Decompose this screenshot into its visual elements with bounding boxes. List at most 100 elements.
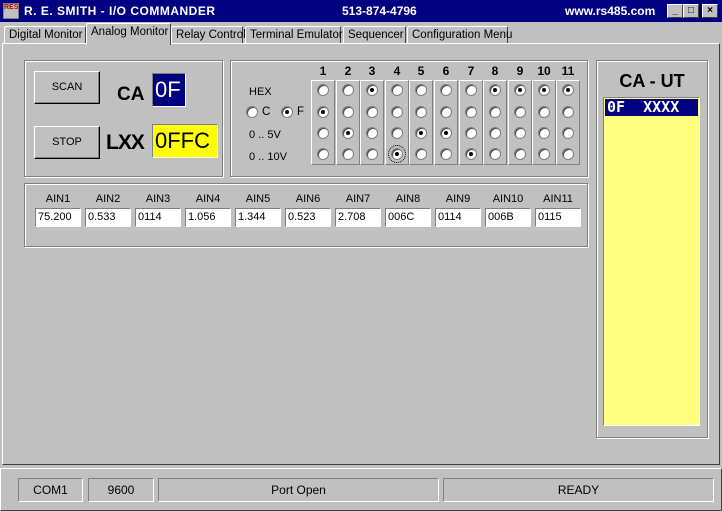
channel-8-hex-radio[interactable]	[489, 84, 501, 96]
status-port-state: Port Open	[158, 478, 439, 502]
ain8-value-field[interactable]: 006C	[385, 208, 431, 227]
fahrenheit-radio[interactable]	[281, 106, 293, 118]
celsius-radio[interactable]	[246, 106, 258, 118]
maximize-button[interactable]: □	[683, 4, 699, 18]
ain9-label: AIN9	[445, 193, 471, 205]
channel-5-v10-radio[interactable]	[415, 148, 427, 160]
channel-8-f-radio[interactable]	[489, 106, 501, 118]
channel-5-f-radio[interactable]	[415, 106, 427, 118]
channel-11-hex-radio[interactable]	[562, 84, 574, 96]
app-icon[interactable]: RES	[3, 3, 19, 19]
channel-9-v10-radio[interactable]	[514, 148, 526, 160]
channel-9-hex-radio[interactable]	[514, 84, 526, 96]
ain2-label: AIN2	[95, 193, 121, 205]
channel-11-v10-radio[interactable]	[562, 148, 574, 160]
ain7-label: AIN7	[345, 193, 371, 205]
channel-10-f-radio[interactable]	[538, 106, 550, 118]
ain6-label: AIN6	[295, 193, 321, 205]
ain7-value-field[interactable]: 2.708	[335, 208, 381, 227]
channel-9-v5-radio[interactable]	[514, 127, 526, 139]
lxx-value-display[interactable]: 0FFC	[152, 124, 218, 158]
scan-button[interactable]: SCAN	[34, 71, 100, 104]
column-number: 4	[393, 64, 401, 78]
channel-9-f-radio[interactable]	[514, 106, 526, 118]
channel-2-v5-radio[interactable]	[342, 127, 354, 139]
tab-configuration-menu[interactable]: Configuration Menu	[407, 26, 512, 44]
channel-7-hex-radio[interactable]	[465, 84, 477, 96]
channel-3-v5-radio[interactable]	[366, 127, 378, 139]
close-button[interactable]: ×	[702, 4, 718, 18]
channel-6-f-radio[interactable]	[440, 106, 452, 118]
lxx-label: LXX	[106, 131, 145, 154]
column-number: 3	[368, 64, 376, 78]
channel-4-f-radio[interactable]	[391, 106, 403, 118]
status-port: COM1	[18, 478, 83, 502]
channel-10-hex-radio[interactable]	[538, 84, 550, 96]
channel-7-v5-radio[interactable]	[465, 127, 477, 139]
channel-6-hex-radio[interactable]	[440, 84, 452, 96]
ain5-value-field[interactable]: 1.344	[235, 208, 281, 227]
channel-1-hex-radio[interactable]	[317, 84, 329, 96]
channel-8-v10-radio[interactable]	[489, 148, 501, 160]
status-state: READY	[443, 478, 714, 502]
ca-value-display[interactable]: 0F	[152, 73, 186, 107]
status-baud: 9600	[88, 478, 154, 502]
ca-ut-list-item[interactable]: 0F XXXX	[605, 99, 698, 116]
ain5-label: AIN5	[245, 193, 271, 205]
channel-5-v5-radio[interactable]	[415, 127, 427, 139]
channel-8-v5-radio[interactable]	[489, 127, 501, 139]
channel-1-f-radio[interactable]	[317, 106, 329, 118]
hex-row-label: HEX	[249, 86, 272, 98]
channel-3-f-radio[interactable]	[366, 106, 378, 118]
app-icon-text: RES	[4, 4, 19, 11]
voltage-row-label: 0 .. 10V	[249, 151, 287, 163]
ain2-value-field[interactable]: 0.533	[85, 208, 131, 227]
channel-5-hex-radio[interactable]	[415, 84, 427, 96]
ca-ut-list[interactable]	[603, 97, 700, 426]
channel-7-v10-radio[interactable]	[465, 148, 477, 160]
ain6-value-field[interactable]: 0.523	[285, 208, 331, 227]
channel-10-v5-radio[interactable]	[538, 127, 550, 139]
channel-1-v5-radio[interactable]	[317, 127, 329, 139]
ain11-value-field[interactable]: 0115	[535, 208, 581, 227]
ain8-label: AIN8	[395, 193, 421, 205]
phone-number: 513-874-4796	[342, 4, 417, 18]
tab-analog-monitor[interactable]: Analog Monitor	[86, 23, 171, 45]
ain10-label: AIN10	[492, 193, 524, 205]
tab-terminal-emulator[interactable]: Terminal Emulator	[245, 26, 343, 44]
title-bar[interactable]: RES R. E. SMITH - I/O COMMANDER 513-874-…	[0, 0, 722, 22]
tab-sequencer[interactable]: Sequencer	[343, 26, 406, 44]
channel-7-f-radio[interactable]	[465, 106, 477, 118]
channel-4-v10-radio[interactable]	[388, 145, 406, 163]
ca-ut-title: CA - UT	[619, 71, 685, 91]
channel-4-hex-radio[interactable]	[391, 84, 403, 96]
channel-6-v5-radio[interactable]	[440, 127, 452, 139]
channel-3-v10-radio[interactable]	[366, 148, 378, 160]
voltage-row-label: 0 .. 5V	[249, 129, 281, 141]
channel-6-v10-radio[interactable]	[440, 148, 452, 160]
channel-2-f-radio[interactable]	[342, 106, 354, 118]
ain9-value-field[interactable]: 0114	[435, 208, 481, 227]
column-number: 6	[442, 64, 450, 78]
channel-3-hex-radio[interactable]	[366, 84, 378, 96]
ain4-value-field[interactable]: 1.056	[185, 208, 231, 227]
ain10-value-field[interactable]: 006B	[485, 208, 531, 227]
channel-2-hex-radio[interactable]	[342, 84, 354, 96]
ain3-value-field[interactable]: 0114	[135, 208, 181, 227]
channel-1-v10-radio[interactable]	[317, 148, 329, 160]
channel-4-v5-radio[interactable]	[391, 127, 403, 139]
column-number: 10	[537, 64, 551, 78]
channel-10-v10-radio[interactable]	[538, 148, 550, 160]
ca-label: CA	[117, 84, 145, 105]
column-number: 9	[516, 64, 524, 78]
ain1-value-field[interactable]: 75.200	[35, 208, 81, 227]
minimize-button[interactable]: _	[667, 4, 683, 18]
tab-relay-control[interactable]: Relay Control	[171, 26, 246, 44]
channel-2-v10-radio[interactable]	[342, 148, 354, 160]
channel-11-v5-radio[interactable]	[562, 127, 574, 139]
stop-button[interactable]: STOP	[34, 126, 100, 159]
channel-11-f-radio[interactable]	[562, 106, 574, 118]
tab-digital-monitor[interactable]: Digital Monitor	[4, 26, 86, 44]
ain1-label: AIN1	[45, 193, 71, 205]
ain11-label: AIN11	[543, 193, 573, 205]
